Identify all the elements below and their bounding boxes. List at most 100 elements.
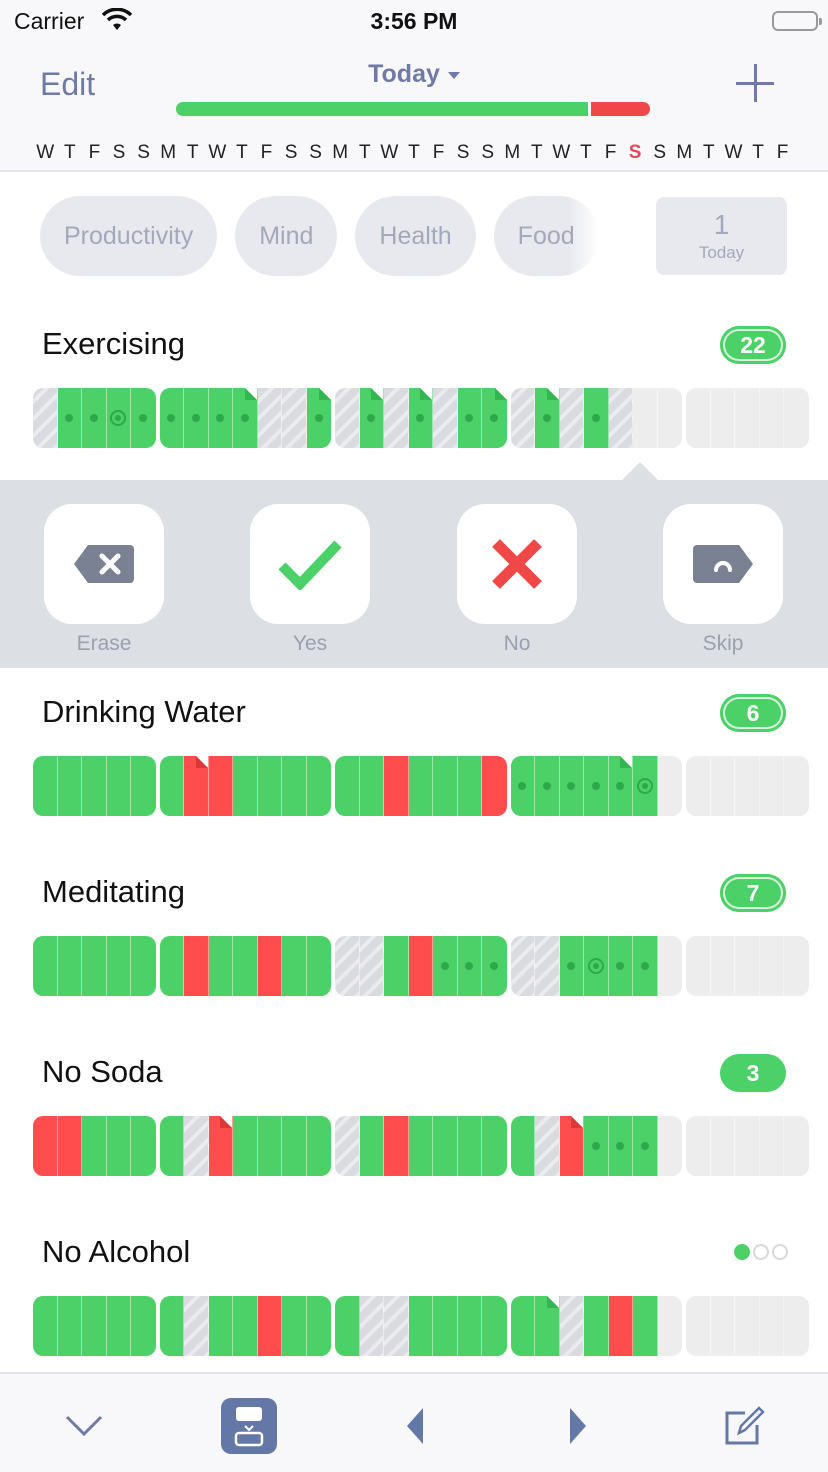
day-cell-done[interactable] xyxy=(106,388,131,448)
day-cell-done[interactable] xyxy=(159,388,184,448)
day-cell-empty[interactable] xyxy=(686,936,711,996)
day-cell-done[interactable] xyxy=(584,1116,609,1176)
day-cell-done[interactable] xyxy=(233,1116,258,1176)
day-cell-done[interactable] xyxy=(159,1116,184,1176)
day-cell-empty[interactable] xyxy=(784,936,809,996)
day-cell-failed[interactable] xyxy=(384,756,409,816)
day-cell-done[interactable] xyxy=(433,1116,458,1176)
day-cell-done[interactable] xyxy=(408,756,433,816)
day-cell-skipped[interactable] xyxy=(359,936,384,996)
day-cell-failed[interactable] xyxy=(184,756,209,816)
skip-button[interactable] xyxy=(663,504,783,624)
day-cell-done[interactable] xyxy=(457,1116,482,1176)
skip-action[interactable]: Skip xyxy=(663,504,783,656)
day-cell-done[interactable] xyxy=(106,756,131,816)
day-cell-done[interactable] xyxy=(335,756,360,816)
day-cell-done[interactable] xyxy=(359,388,384,448)
day-cell-empty[interactable] xyxy=(735,1116,760,1176)
day-cell-done[interactable] xyxy=(306,936,331,996)
day-cell-failed[interactable] xyxy=(257,936,282,996)
habit-title[interactable]: No Alcohol xyxy=(42,1234,190,1270)
day-cell-failed[interactable] xyxy=(257,1296,282,1356)
day-cell-failed[interactable] xyxy=(208,1116,233,1176)
day-cell-failed[interactable] xyxy=(184,936,209,996)
habit-title[interactable]: Drinking Water xyxy=(42,694,246,730)
day-cell-done[interactable] xyxy=(482,388,507,448)
day-cell-skipped[interactable] xyxy=(510,388,535,448)
erase-action[interactable]: Erase xyxy=(44,504,164,656)
day-cell-failed[interactable] xyxy=(384,1116,409,1176)
day-cell-done[interactable] xyxy=(57,388,82,448)
day-cell-done[interactable] xyxy=(282,936,307,996)
day-cell-done[interactable] xyxy=(106,1116,131,1176)
day-cell-done[interactable] xyxy=(82,936,107,996)
day-cell-done[interactable] xyxy=(233,936,258,996)
day-cell-done[interactable] xyxy=(208,1296,233,1356)
filter-chip-mind[interactable]: Mind xyxy=(235,196,338,276)
day-cell-skipped[interactable] xyxy=(282,388,307,448)
day-cell-skipped[interactable] xyxy=(608,388,633,448)
day-cell-empty[interactable] xyxy=(633,388,658,448)
day-cell-empty[interactable] xyxy=(735,388,760,448)
day-cell-failed[interactable] xyxy=(408,936,433,996)
day-cell-skipped[interactable] xyxy=(184,1296,209,1356)
day-cell-empty[interactable] xyxy=(710,1116,735,1176)
collapse-button[interactable] xyxy=(62,1398,106,1454)
day-cell-done[interactable] xyxy=(159,936,184,996)
day-cell-done[interactable] xyxy=(433,1296,458,1356)
day-cell-done[interactable] xyxy=(559,936,584,996)
day-cell-skipped[interactable] xyxy=(559,1296,584,1356)
today-count-box[interactable]: 1 Today xyxy=(656,197,787,275)
day-cell-done[interactable] xyxy=(510,1296,535,1356)
filter-chip-health[interactable]: Health xyxy=(355,196,476,276)
day-cell-done[interactable] xyxy=(335,1296,360,1356)
day-cell-skipped[interactable] xyxy=(335,936,360,996)
day-cell-skipped[interactable] xyxy=(433,388,458,448)
day-cell-skipped[interactable] xyxy=(535,936,560,996)
day-cell-empty[interactable] xyxy=(784,756,809,816)
day-cell-done[interactable] xyxy=(184,388,209,448)
day-cell-done[interactable] xyxy=(633,936,658,996)
day-cell-empty[interactable] xyxy=(735,936,760,996)
day-cell-done[interactable] xyxy=(306,388,331,448)
day-cell-done[interactable] xyxy=(33,1296,58,1356)
day-cell-done[interactable] xyxy=(306,756,331,816)
day-cell-failed[interactable] xyxy=(208,756,233,816)
day-cell-done[interactable] xyxy=(57,936,82,996)
day-cell-empty[interactable] xyxy=(784,388,809,448)
day-cell-done[interactable] xyxy=(457,1296,482,1356)
day-cell-done[interactable] xyxy=(584,756,609,816)
day-cell-done[interactable] xyxy=(57,756,82,816)
day-cell-done[interactable] xyxy=(559,756,584,816)
day-cell-done[interactable] xyxy=(57,1296,82,1356)
add-habit-button[interactable] xyxy=(736,64,774,102)
habit-title[interactable]: No Soda xyxy=(42,1054,163,1090)
day-cell-done[interactable] xyxy=(384,936,409,996)
day-cell-empty[interactable] xyxy=(657,936,682,996)
day-cell-empty[interactable] xyxy=(657,388,682,448)
day-cell-done[interactable] xyxy=(408,1296,433,1356)
day-cell-skipped[interactable] xyxy=(33,388,58,448)
day-cell-done[interactable] xyxy=(457,936,482,996)
filter-chip-productivity[interactable]: Productivity xyxy=(40,196,218,276)
day-cell-empty[interactable] xyxy=(784,1116,809,1176)
day-cell-empty[interactable] xyxy=(686,388,711,448)
day-cell-skipped[interactable] xyxy=(384,1296,409,1356)
day-cell-done[interactable] xyxy=(408,388,433,448)
day-cell-done[interactable] xyxy=(482,936,507,996)
yes-action[interactable]: Yes xyxy=(250,504,370,656)
day-cell-failed[interactable] xyxy=(33,1116,58,1176)
day-cell-failed[interactable] xyxy=(482,756,507,816)
day-cell-done[interactable] xyxy=(359,756,384,816)
day-cell-done[interactable] xyxy=(208,388,233,448)
day-cell-done[interactable] xyxy=(257,756,282,816)
day-cell-empty[interactable] xyxy=(657,1116,682,1176)
day-cell-done[interactable] xyxy=(131,936,156,996)
day-cell-failed[interactable] xyxy=(559,1116,584,1176)
day-cell-done[interactable] xyxy=(535,756,560,816)
day-cell-skipped[interactable] xyxy=(510,936,535,996)
day-cell-skipped[interactable] xyxy=(535,1116,560,1176)
day-cell-failed[interactable] xyxy=(57,1116,82,1176)
day-cell-done[interactable] xyxy=(131,388,156,448)
day-cell-done[interactable] xyxy=(584,388,609,448)
